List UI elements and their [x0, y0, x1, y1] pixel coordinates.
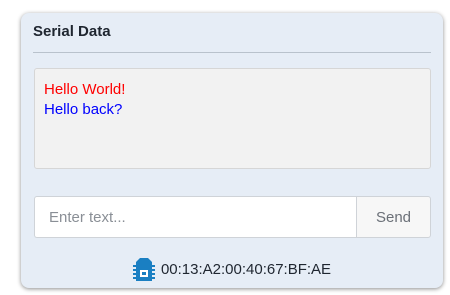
serial-data-panel: Serial Data Hello World! Hello back? Sen…	[21, 13, 443, 288]
panel-title: Serial Data	[33, 23, 111, 40]
xbee-module-icon	[132, 256, 155, 282]
title-divider	[33, 52, 431, 53]
message-input[interactable]	[34, 196, 356, 238]
send-button[interactable]: Send	[356, 196, 431, 238]
log-line: Hello World!	[44, 81, 126, 98]
device-address: 00:13:A2:00:40:67:BF:AE	[160, 260, 332, 278]
device-info: 00:13:A2:00:40:67:BF:AE	[21, 256, 443, 282]
log-line: Hello back?	[44, 101, 123, 118]
serial-log: Hello World! Hello back?	[34, 68, 431, 169]
send-row: Send	[34, 196, 431, 238]
